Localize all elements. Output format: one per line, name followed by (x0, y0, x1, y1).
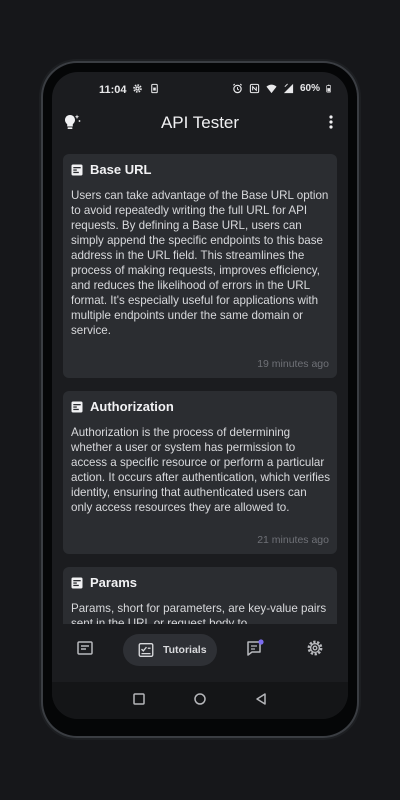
tutorial-card-authorization[interactable]: Authorization Authorization is the proce… (63, 391, 337, 554)
nav-tutorials[interactable]: Tutorials (123, 634, 217, 666)
gear-icon (133, 84, 142, 93)
settings-icon[interactable] (305, 638, 325, 658)
home-button[interactable] (193, 692, 207, 706)
chat-icon[interactable] (245, 638, 265, 658)
article-icon (71, 164, 83, 175)
signal-icon (283, 83, 294, 94)
wifi-icon (266, 84, 277, 94)
tutorial-list[interactable]: Base URL Users can take advantage of the… (52, 144, 348, 624)
card-timestamp: 19 minutes ago (257, 358, 329, 370)
bottom-nav: Tutorials (52, 624, 348, 682)
power-button (357, 222, 360, 282)
back-button[interactable] (254, 692, 268, 706)
tutorial-card-params[interactable]: Params Params, short for parameters, are… (63, 567, 337, 624)
card-title: Authorization (90, 399, 174, 414)
card-timestamp: 21 minutes ago (257, 534, 329, 546)
card-title: Base URL (90, 162, 152, 177)
tutorial-card-base-url[interactable]: Base URL Users can take advantage of the… (63, 154, 337, 378)
system-nav (52, 682, 348, 719)
recents-button[interactable] (132, 692, 146, 706)
nfc-icon (249, 83, 260, 94)
nav-tutorials-label: Tutorials (163, 644, 207, 656)
status-time: 11:04 (99, 84, 127, 96)
sim-icon (151, 83, 158, 94)
volume-button (357, 345, 360, 393)
more-vert-icon[interactable] (324, 112, 338, 132)
alarm-icon (232, 83, 242, 94)
card-body: Users can take advantage of the Base URL… (71, 189, 329, 337)
phone-screen: 11:04 60% API Tester Base URL Users can … (52, 72, 348, 719)
card-body: Params, short for parameters, are key-va… (71, 602, 327, 624)
history-icon[interactable] (75, 638, 95, 658)
app-title: API Tester (160, 113, 240, 132)
status-bar: 11:04 60% (52, 72, 348, 108)
battery-percent: 60% (299, 83, 320, 94)
article-icon (71, 577, 83, 588)
tutorials-icon (138, 643, 154, 657)
app-bar: API Tester (52, 108, 348, 148)
article-icon (71, 401, 83, 412)
card-title: Params (90, 575, 137, 590)
card-body: Authorization is the process of determin… (71, 426, 331, 514)
battery-icon (326, 84, 331, 93)
